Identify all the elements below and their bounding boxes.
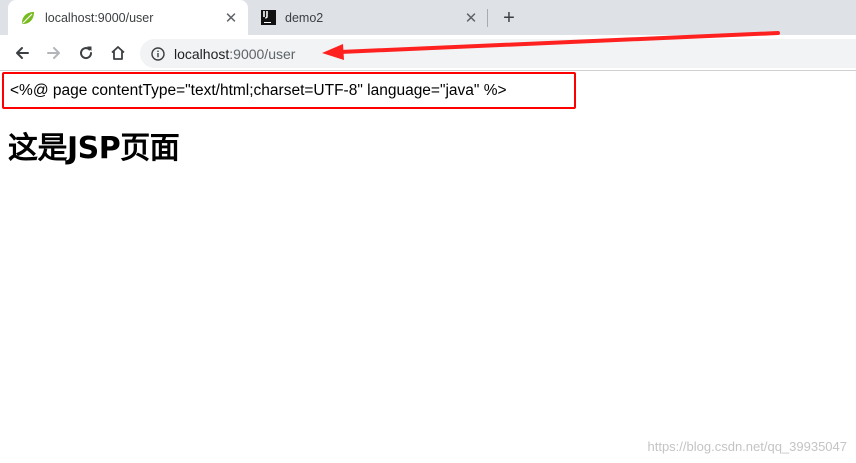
- back-arrow-icon: [16, 47, 29, 59]
- address-url[interactable]: localhost:9000/user: [174, 46, 295, 62]
- home-button[interactable]: [107, 42, 129, 64]
- reload-button[interactable]: [75, 42, 97, 64]
- page-content: <%@ page contentType="text/html;charset=…: [0, 71, 856, 463]
- watermark: https://blog.csdn.net/qq_39935047: [647, 439, 848, 454]
- url-path: :9000/user: [229, 45, 296, 62]
- home-icon: [111, 46, 125, 60]
- jsp-directive-text: <%@ page contentType="text/html;charset=…: [2, 72, 576, 109]
- page-heading: 这是JSP页面: [8, 131, 180, 166]
- address-bar[interactable]: localhost:9000/user: [140, 39, 856, 68]
- tab-strip: localhost:9000/user ✕ IJ demo2 ✕ +: [0, 0, 856, 35]
- tab-localhost-user[interactable]: localhost:9000/user ✕: [8, 0, 248, 35]
- close-tab-icon[interactable]: ✕: [222, 9, 240, 27]
- close-tab-icon[interactable]: ✕: [462, 9, 480, 27]
- info-icon[interactable]: [151, 46, 165, 61]
- forward-arrow-icon: [47, 47, 60, 59]
- tab-title: localhost:9000/user: [45, 10, 154, 25]
- url-host: localhost: [174, 45, 230, 62]
- forward-button[interactable]: [43, 42, 65, 64]
- tab-separator: [487, 9, 488, 27]
- new-tab-button[interactable]: +: [498, 7, 520, 29]
- tab-demo2[interactable]: IJ demo2 ✕: [248, 0, 488, 35]
- spring-leaf-icon: [20, 10, 36, 26]
- intellij-icon: IJ: [260, 10, 276, 26]
- browser-toolbar: localhost:9000/user: [0, 35, 856, 71]
- back-button[interactable]: [11, 42, 33, 64]
- reload-icon: [80, 46, 93, 60]
- tab-title: demo2: [285, 10, 324, 25]
